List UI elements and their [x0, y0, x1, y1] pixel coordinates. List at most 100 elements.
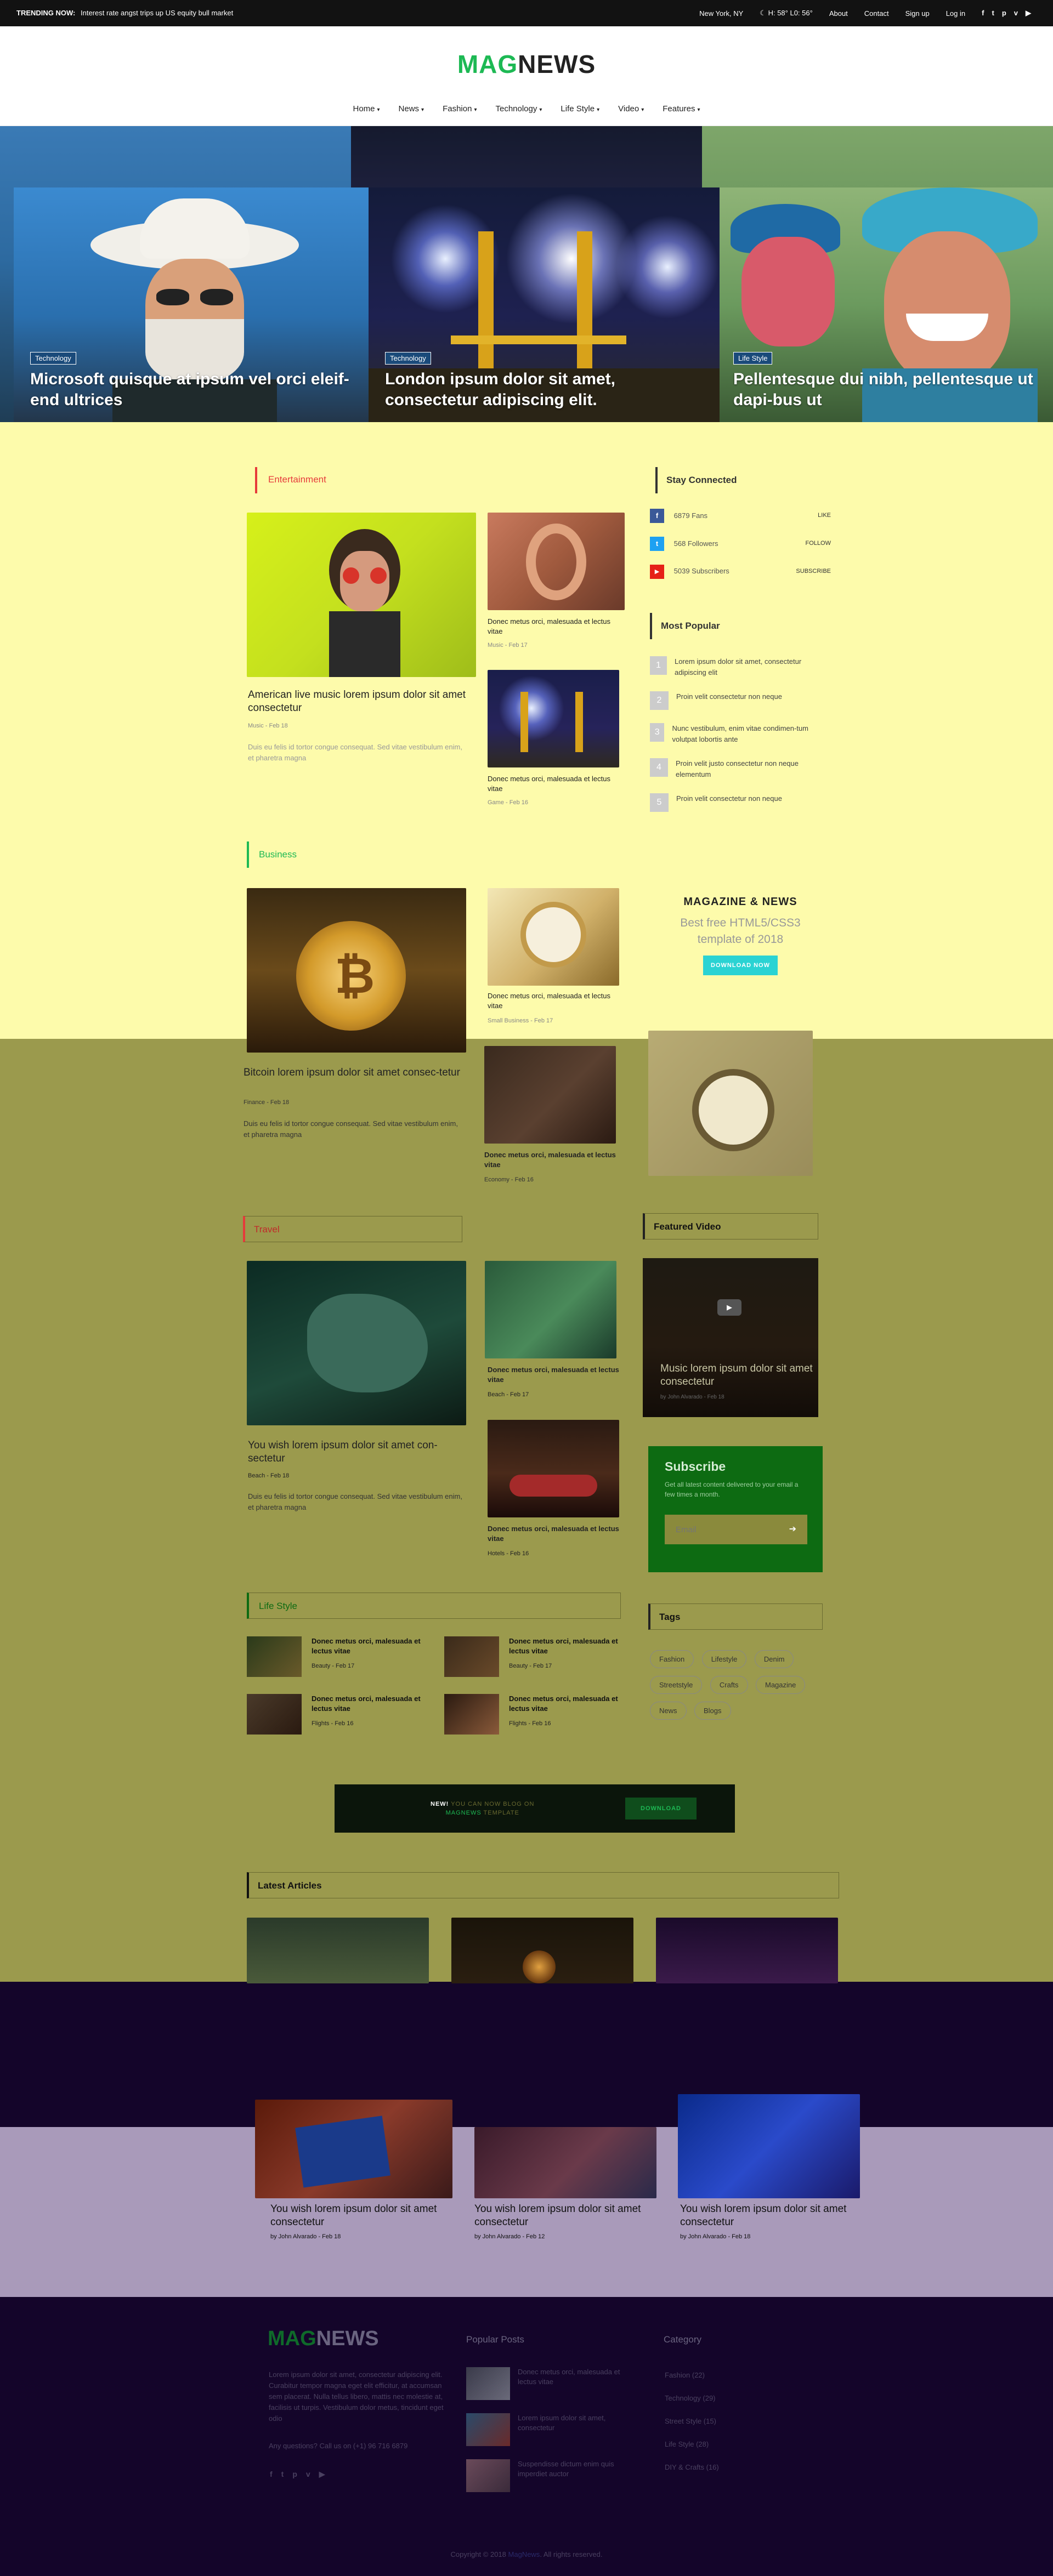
travel-main-title[interactable]: You wish lorem ipsum dolor sit amet con-… — [248, 1439, 467, 1465]
hero-tag-3[interactable]: Life Style — [733, 352, 773, 365]
business-side-image-1[interactable] — [488, 888, 619, 986]
list-item[interactable]: Donec metus orci, malesuada et lectus vi… — [247, 1694, 433, 1738]
meta-category[interactable]: Game — [488, 799, 504, 806]
social-row-facebook[interactable]: f 6879 Fans LIKE — [650, 509, 831, 525]
list-item[interactable]: Donec metus orci, malesuada et lectus vi… — [247, 1636, 433, 1680]
meta-category[interactable]: Flights — [312, 1720, 329, 1727]
list-item[interactable]: 3 Nunc vestibulum, enim vitae condimen-tu… — [650, 723, 831, 745]
play-icon[interactable]: ▶ — [717, 1299, 741, 1316]
trending-text[interactable]: Interest rate angst trips up US equity b… — [81, 9, 233, 17]
meta-category[interactable]: Small Business — [488, 1017, 529, 1024]
nav-item-home[interactable]: Home ▾ — [353, 104, 380, 113]
list-item[interactable]: Donec metus orci, malesuada et lectus vi… — [444, 1694, 631, 1738]
tag-pill[interactable]: Crafts — [710, 1676, 748, 1694]
list-item[interactable]: Donec metus orci, malesuada et lectus vi… — [466, 2367, 647, 2413]
hero-item-1[interactable]: Technology Microsoft quisque at ipsum ve… — [14, 187, 369, 422]
hero-item-2[interactable]: Technology London ipsum dolor sit amet, … — [369, 187, 720, 422]
top-link-contact[interactable]: Contact — [864, 9, 889, 18]
nav-item-video[interactable]: Video ▾ — [618, 104, 644, 113]
business-side-title-2[interactable]: Donec metus orci, malesuada et lectus vi… — [484, 1150, 616, 1170]
meta-category[interactable]: Economy — [484, 1176, 509, 1183]
category-link[interactable]: DIY & Crafts (16) — [665, 2456, 719, 2479]
latest-item-1[interactable]: You wish lorem ipsum dolor sit amet cons… — [270, 2203, 451, 2240]
pinterest-icon[interactable]: p — [1002, 9, 1006, 18]
tag-pill[interactable]: News — [650, 1702, 687, 1720]
tag-pill[interactable]: Denim — [754, 1650, 794, 1668]
copyright-brand[interactable]: MagNews — [508, 2550, 540, 2558]
download-now-button[interactable]: DOWNLOAD NOW — [703, 956, 778, 975]
facebook-icon[interactable]: f — [982, 9, 984, 18]
travel-side-title-1[interactable]: Donec metus orci, malesuada et lectus vi… — [488, 1365, 619, 1385]
business-side-title-1[interactable]: Donec metus orci, malesuada et lectus vi… — [488, 991, 619, 1011]
tag-pill[interactable]: Lifestyle — [701, 1650, 747, 1668]
meta-category[interactable]: Hotels — [488, 1550, 505, 1557]
list-item[interactable]: Suspendisse dictum enim quis imperdiet a… — [466, 2459, 647, 2505]
category-link[interactable]: Life Style (28) — [665, 2433, 719, 2456]
meta-author[interactable]: by John Alvarado — [680, 2233, 726, 2240]
latest-image-2[interactable] — [474, 2127, 656, 2198]
latest-image-3[interactable] — [678, 2094, 860, 2198]
entertainment-main-title[interactable]: American live music lorem ipsum dolor si… — [248, 689, 467, 715]
promo-image[interactable] — [648, 1031, 813, 1176]
business-main-image[interactable]: ₿ — [247, 888, 466, 1053]
banner-download-button[interactable]: DOWNLOAD — [625, 1798, 697, 1819]
tag-pill[interactable]: Blogs — [694, 1702, 731, 1720]
vimeo-icon[interactable]: v — [1014, 9, 1018, 18]
list-item[interactable]: Lorem ipsum dolor sit amet, consectetur — [466, 2413, 647, 2459]
meta-category[interactable]: Beauty — [312, 1663, 330, 1669]
list-item[interactable]: 4 Proin velit justo consectetur non neque… — [650, 758, 831, 780]
list-item[interactable]: 2 Proin velit consectetur non neque — [650, 691, 831, 710]
category-link[interactable]: Technology (29) — [665, 2387, 719, 2410]
youtube-icon[interactable]: ▶ — [1026, 9, 1031, 18]
entertainment-main-image[interactable] — [247, 513, 476, 677]
travel-main-image[interactable] — [247, 1261, 466, 1425]
meta-category[interactable]: Music — [488, 642, 503, 649]
video-title[interactable]: Music lorem ipsum dolor sit amet consect… — [660, 1362, 814, 1389]
hero-tag-2[interactable]: Technology — [385, 352, 431, 365]
entertainment-side-image-1[interactable] — [488, 513, 625, 610]
meta-category[interactable]: Flights — [509, 1720, 526, 1727]
tag-pill[interactable]: Magazine — [756, 1676, 806, 1694]
meta-category[interactable]: Music — [248, 723, 264, 729]
meta-category[interactable]: Finance — [244, 1099, 265, 1106]
twitter-icon[interactable]: t — [992, 9, 994, 18]
category-link[interactable]: Street Style (15) — [665, 2410, 719, 2433]
hero-tag-1[interactable]: Technology — [30, 352, 76, 365]
travel-side-image-1[interactable] — [485, 1261, 616, 1358]
nav-item-news[interactable]: News ▾ — [399, 104, 424, 113]
youtube-icon[interactable]: ▶ — [319, 2470, 325, 2479]
arrow-right-icon[interactable]: ➔ — [789, 1523, 796, 1534]
entertainment-side-image-2[interactable] — [488, 670, 619, 767]
social-action[interactable]: LIKE — [818, 512, 831, 519]
travel-side-image-2[interactable] — [488, 1420, 619, 1517]
business-side-image-2[interactable] — [484, 1046, 616, 1144]
social-action[interactable]: SUBSCRIBE — [796, 568, 831, 575]
latest-item-3[interactable]: You wish lorem ipsum dolor sit amet cons… — [680, 2203, 861, 2240]
meta-author[interactable]: by John Alvarado — [474, 2233, 520, 2240]
list-item[interactable]: Donec metus orci, malesuada et lectus vi… — [444, 1636, 631, 1680]
meta-category[interactable]: Beach — [248, 1472, 265, 1479]
social-row-twitter[interactable]: t 568 Followers FOLLOW — [650, 537, 831, 553]
meta-category[interactable]: Beauty — [509, 1663, 528, 1669]
twitter-icon[interactable]: t — [281, 2470, 284, 2479]
meta-author[interactable]: by John Alvarado — [270, 2233, 316, 2240]
latest-image-1[interactable] — [255, 2100, 452, 2198]
hero-title-3[interactable]: Pellentesque dui nibh, pellentesque ut d… — [733, 369, 1053, 411]
promo-banner[interactable]: NEW! YOU CAN NOW BLOG ON MAGNEWS TEMPLAT… — [335, 1784, 735, 1833]
entertainment-side-title-2[interactable]: Donec metus orci, malesuada et lectus vi… — [488, 774, 619, 794]
nav-item-fashion[interactable]: Fashion ▾ — [443, 104, 477, 113]
latest-image-top-2[interactable] — [451, 1918, 633, 1983]
category-link[interactable]: Fashion (22) — [665, 2364, 719, 2387]
featured-video-player[interactable]: ▶ Music lorem ipsum dolor sit amet conse… — [643, 1258, 818, 1417]
email-field[interactable] — [665, 1515, 780, 1544]
social-row-youtube[interactable]: ▶ 5039 Subscribers SUBSCRIBE — [650, 565, 831, 581]
top-link-signup[interactable]: Sign up — [905, 9, 930, 18]
social-action[interactable]: FOLLOW — [806, 540, 831, 547]
nav-item-lifestyle[interactable]: Life Style ▾ — [561, 104, 599, 113]
hero-title-1[interactable]: Microsoft quisque at ipsum vel orci elei… — [30, 369, 359, 411]
list-item[interactable]: 5 Proin velit consectetur non neque — [650, 793, 831, 812]
latest-item-2[interactable]: You wish lorem ipsum dolor sit amet cons… — [474, 2203, 655, 2240]
top-link-about[interactable]: About — [829, 9, 848, 18]
business-main-title[interactable]: Bitcoin lorem ipsum dolor sit amet conse… — [244, 1066, 463, 1079]
list-item[interactable]: 1 Lorem ipsum dolor sit amet, consectetur… — [650, 656, 831, 678]
